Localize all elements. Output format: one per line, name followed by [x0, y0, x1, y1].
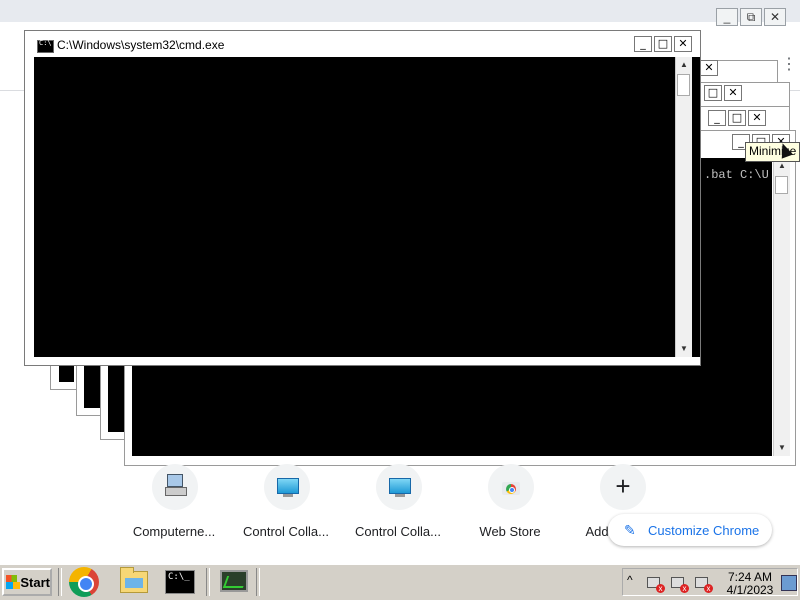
maximize-button[interactable]: □: [654, 36, 672, 52]
shortcut-control-colla-2[interactable]: Control Colla...: [342, 462, 454, 552]
network-disconnected-icon[interactable]: x: [671, 575, 689, 593]
title-bar[interactable]: C:\Windows\system32\cmd.exe: [30, 35, 695, 55]
computer-network-icon: [152, 464, 198, 510]
scroll-up-arrow-icon[interactable]: ▲: [676, 57, 692, 73]
start-label: Start: [20, 574, 50, 590]
console-scrollbar[interactable]: ▲ ▼: [773, 158, 790, 456]
task-manager-icon: [220, 570, 248, 592]
scroll-down-arrow-icon[interactable]: ▼: [774, 440, 790, 456]
close-icon[interactable]: ✕: [748, 110, 766, 126]
folder-icon: [120, 567, 148, 593]
chrome-close-button[interactable]: ✕: [764, 8, 786, 26]
taskbar-separator: [206, 568, 210, 596]
customize-chrome-label: Customize Chrome: [648, 522, 760, 538]
taskbar-separator: [256, 568, 260, 596]
close-button[interactable]: ✕: [674, 36, 692, 52]
chrome-minimize-button[interactable]: _: [716, 8, 738, 26]
close-icon[interactable]: ✕: [724, 85, 742, 101]
monitor-icon: [376, 464, 422, 510]
console-output-text: .bat C:\U: [704, 168, 769, 182]
windows-logo-icon: [6, 575, 21, 589]
shortcut-label: Control Colla...: [243, 524, 329, 539]
pencil-icon: ✎: [624, 522, 636, 538]
cmd-icon: [165, 570, 195, 594]
scroll-thumb[interactable]: [775, 176, 788, 194]
taskbar-cmd[interactable]: [164, 567, 196, 597]
chrome-tabstrip: [0, 0, 800, 22]
console-area: [84, 366, 100, 408]
taskbar-explorer[interactable]: [118, 567, 150, 597]
window-controls: _ □ ✕: [632, 36, 692, 52]
clock-time[interactable]: 7:24 AM: [721, 570, 779, 584]
chrome-web-store-icon: [488, 464, 534, 510]
shortcut-computer-network[interactable]: Computerne...: [118, 462, 230, 552]
maximize-icon[interactable]: □: [704, 85, 722, 101]
stacked-window-buttons-3: _ □ ✕: [706, 110, 766, 126]
show-hidden-icons-icon[interactable]: ^: [627, 573, 633, 587]
scroll-down-arrow-icon[interactable]: ▼: [676, 341, 692, 357]
customize-chrome-button[interactable]: ✎ Customize Chrome: [608, 514, 772, 546]
taskbar-task-manager[interactable]: [218, 567, 250, 597]
chrome-window-controls: _ ⧉ ✕: [714, 8, 786, 28]
plus-icon: +: [600, 464, 646, 510]
console-area[interactable]: [34, 57, 700, 357]
shortcut-web-store[interactable]: Web Store: [454, 462, 566, 552]
volume-muted-icon[interactable]: x: [695, 575, 713, 593]
clock-date[interactable]: 4/1/2023: [721, 583, 779, 597]
console-scrollbar[interactable]: ▲ ▼: [675, 57, 692, 357]
chrome-restore-button[interactable]: ⧉: [740, 8, 762, 26]
shortcut-grid: Computerne... Control Colla... Control C…: [118, 462, 678, 552]
security-alert-icon[interactable]: x: [647, 575, 665, 593]
scroll-thumb[interactable]: [677, 74, 690, 96]
shortcut-label: Computerne...: [132, 524, 216, 539]
minimize-button[interactable]: _: [634, 36, 652, 52]
shortcut-control-colla-1[interactable]: Control Colla...: [230, 462, 342, 552]
system-tray: ^ x x x 7:24 AM 4/1/2023: [622, 568, 798, 597]
stacked-window-buttons-1: ✕: [698, 60, 718, 76]
maximize-icon[interactable]: □: [728, 110, 746, 126]
shortcut-label: Control Colla...: [355, 524, 441, 539]
stacked-window-buttons-2: □ ✕: [702, 85, 742, 101]
show-desktop-icon[interactable]: [781, 575, 797, 591]
close-icon[interactable]: ✕: [700, 60, 718, 76]
taskbar-chrome[interactable]: [68, 567, 100, 597]
cmd-window[interactable]: C:\Windows\system32\cmd.exe _ □ ✕ ▲ ▼: [24, 30, 701, 366]
shortcut-label: Web Store: [479, 524, 541, 539]
taskbar: Start ^ x x x 7:24 AM 4/1/2023: [0, 564, 800, 600]
monitor-icon: [264, 464, 310, 510]
taskbar-separator: [58, 568, 62, 596]
window-title: C:\Windows\system32\cmd.exe: [57, 38, 225, 52]
chrome-icon: [69, 567, 99, 597]
minimize-icon[interactable]: _: [708, 110, 726, 126]
cmd-app-icon: [37, 39, 54, 53]
console-area: [108, 366, 124, 432]
start-button[interactable]: Start: [2, 568, 52, 596]
chrome-menu-icon[interactable]: ⋮: [781, 57, 797, 80]
